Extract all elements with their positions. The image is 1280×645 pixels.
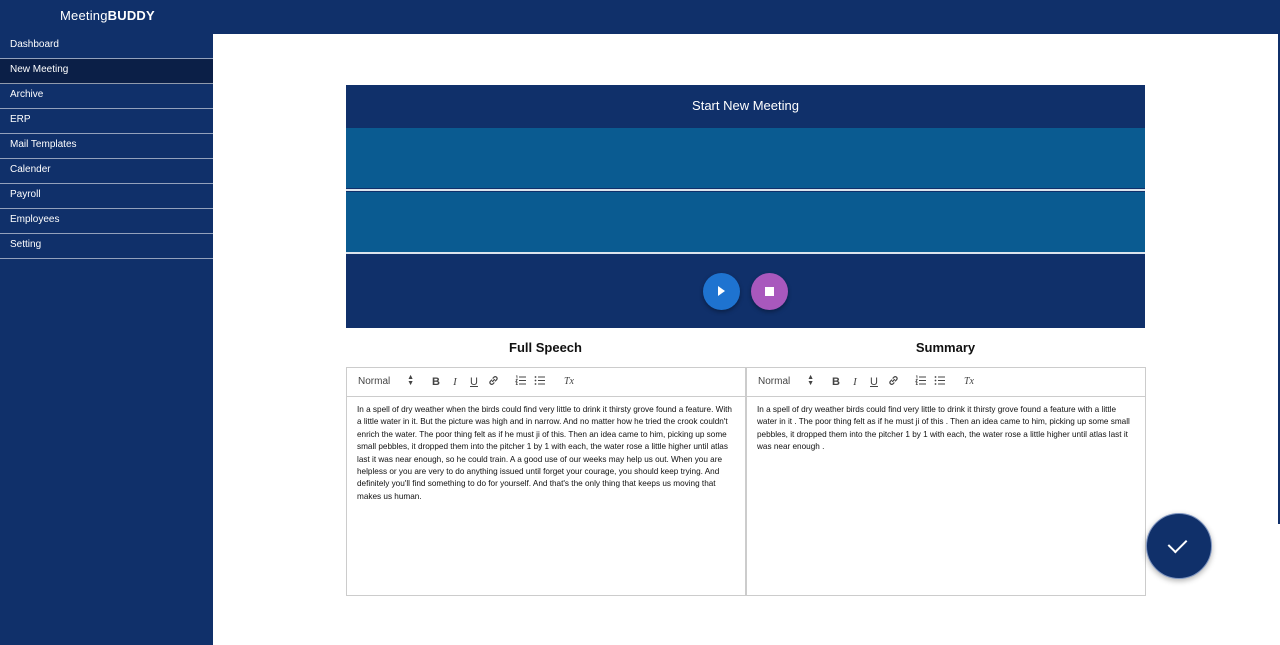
audio-track-1 [346, 128, 1145, 188]
link-button[interactable] [886, 375, 900, 389]
bullet-list-button[interactable] [533, 375, 547, 389]
ordered-list-button[interactable] [914, 375, 928, 389]
link-icon [888, 376, 898, 385]
recorder-title: Start New Meeting [692, 98, 799, 113]
stop-icon [765, 287, 774, 296]
full-speech-heading: Full Speech [509, 340, 582, 355]
ordered-list-button[interactable] [514, 375, 528, 389]
italic-button[interactable]: I [848, 375, 862, 389]
format-select[interactable]: Normal ▲ ▼ [758, 374, 814, 387]
bullet-list-icon [534, 376, 545, 385]
underline-button[interactable]: U [467, 375, 481, 389]
format-select-value: Normal [758, 376, 791, 387]
full-speech-editor[interactable]: Normal ▲ ▼ B I U Tx In a spell of dry wea… [346, 367, 746, 596]
brand-prefix: Meeting [60, 8, 108, 23]
format-select[interactable]: Normal ▲ ▼ [358, 374, 414, 387]
divider [346, 189, 1145, 191]
sidebar-item-calender[interactable]: Calender [0, 159, 213, 184]
select-arrows-icon: ▲ ▼ [807, 374, 814, 387]
sidebar: Dashboard New Meeting Archive ERP Mail T… [0, 34, 213, 645]
sidebar-item-mail-templates[interactable]: Mail Templates [0, 134, 213, 159]
bold-button[interactable]: B [829, 375, 843, 389]
sidebar-item-setting[interactable]: Setting [0, 234, 213, 259]
link-icon [488, 376, 498, 385]
bold-button[interactable]: B [429, 375, 443, 389]
sidebar-item-dashboard[interactable]: Dashboard [0, 34, 213, 59]
clear-format-button[interactable]: Tx [962, 375, 976, 389]
ordered-list-icon [915, 375, 926, 385]
app-logo[interactable]: MeetingBUDDY [60, 8, 155, 23]
confirm-button[interactable] [1146, 513, 1212, 579]
brand-suffix: BUDDY [107, 8, 155, 23]
play-icon [718, 286, 725, 296]
ordered-list-icon [515, 375, 526, 385]
summary-heading: Summary [915, 340, 976, 355]
divider [346, 252, 1145, 254]
summary-editor[interactable]: Normal ▲ ▼ B I U Tx In a spell of dry wea… [746, 367, 1146, 596]
main-content: Start New Meeting Full Speech Summary No… [213, 34, 1280, 645]
underline-button[interactable]: U [867, 375, 881, 389]
italic-button[interactable]: I [448, 375, 462, 389]
editor-toolbar: Normal ▲ ▼ B I U Tx [747, 368, 1145, 397]
sidebar-item-erp[interactable]: ERP [0, 109, 213, 134]
clear-format-button[interactable]: Tx [562, 375, 576, 389]
link-button[interactable] [486, 375, 500, 389]
recorder-panel: Start New Meeting [346, 85, 1145, 328]
editor-toolbar: Normal ▲ ▼ B I U Tx [347, 368, 745, 397]
audio-track-2 [346, 192, 1145, 252]
stop-button[interactable] [751, 273, 788, 310]
sidebar-item-new-meeting[interactable]: New Meeting [0, 59, 213, 84]
top-bar: MeetingBUDDY [0, 0, 1280, 34]
bullet-list-icon [934, 376, 945, 385]
format-select-value: Normal [358, 376, 391, 387]
check-icon [1167, 533, 1188, 554]
summary-text[interactable]: In a spell of dry weather birds could fi… [757, 404, 1135, 454]
sidebar-item-archive[interactable]: Archive [0, 84, 213, 109]
sidebar-item-payroll[interactable]: Payroll [0, 184, 213, 209]
select-arrows-icon: ▲ ▼ [407, 374, 414, 387]
bullet-list-button[interactable] [933, 375, 947, 389]
sidebar-item-employees[interactable]: Employees [0, 209, 213, 234]
full-speech-text[interactable]: In a spell of dry weather when the birds… [357, 404, 735, 503]
play-button[interactable] [703, 273, 740, 310]
